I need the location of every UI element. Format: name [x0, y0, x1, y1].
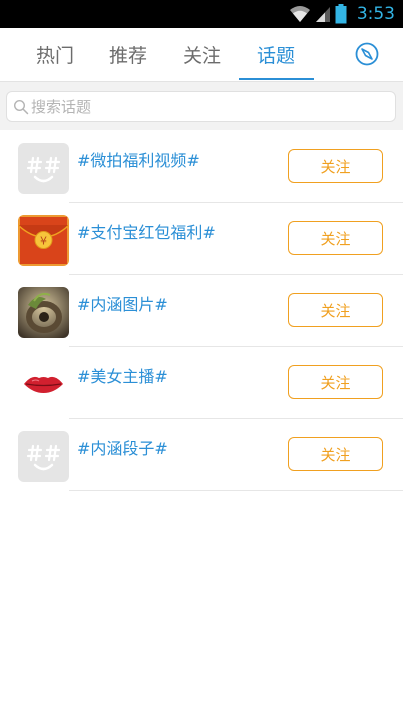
follow-button[interactable]: 关注 [288, 293, 383, 327]
search-box[interactable] [6, 91, 396, 122]
follow-button[interactable]: 关注 [288, 149, 383, 183]
topic-row[interactable]: #美女主播# 关注 [0, 347, 403, 419]
signal-icon [315, 7, 330, 22]
tab-bar: 热门 推荐 关注 话题 [0, 28, 403, 82]
topic-name[interactable]: #支付宝红包福利# [77, 219, 216, 243]
follow-button[interactable]: 关注 [288, 221, 383, 255]
artwork-thumbnail [18, 287, 69, 338]
topic-row[interactable]: #内涵图片# 关注 [0, 275, 403, 347]
search-icon [13, 99, 29, 115]
topic-name[interactable]: #内涵段子# [77, 435, 168, 459]
tab-topics[interactable]: 话题 [238, 28, 314, 81]
placeholder-hash-icon [18, 431, 69, 482]
tab-recommend[interactable]: 推荐 [90, 28, 166, 81]
tab-follow[interactable]: 关注 [164, 28, 240, 81]
status-bar: 3:53 [0, 0, 403, 28]
compass-icon[interactable] [355, 42, 379, 66]
status-time: 3:53 [356, 4, 395, 24]
lips-icon [18, 359, 69, 410]
search-area [0, 82, 403, 130]
svg-text:¥: ¥ [40, 235, 47, 248]
wifi-icon [289, 6, 310, 22]
divider [69, 490, 403, 491]
topic-name[interactable]: #美女主播# [77, 363, 168, 387]
tab-hot[interactable]: 热门 [17, 28, 93, 81]
topic-row[interactable]: #微拍福利视频# 关注 [0, 131, 403, 203]
search-input[interactable] [31, 96, 371, 118]
topic-row[interactable]: #内涵段子# 关注 [0, 419, 403, 491]
battery-icon [335, 4, 347, 24]
red-envelope-icon: ¥ [18, 215, 69, 266]
follow-button[interactable]: 关注 [288, 437, 383, 471]
status-icons: 3:53 [289, 2, 395, 26]
follow-button[interactable]: 关注 [288, 365, 383, 399]
topic-name[interactable]: #微拍福利视频# [77, 147, 200, 171]
placeholder-hash-icon [18, 143, 69, 194]
active-tab-indicator [239, 78, 314, 80]
topic-row[interactable]: ¥ #支付宝红包福利# 关注 [0, 203, 403, 275]
topic-name[interactable]: #内涵图片# [77, 291, 168, 315]
